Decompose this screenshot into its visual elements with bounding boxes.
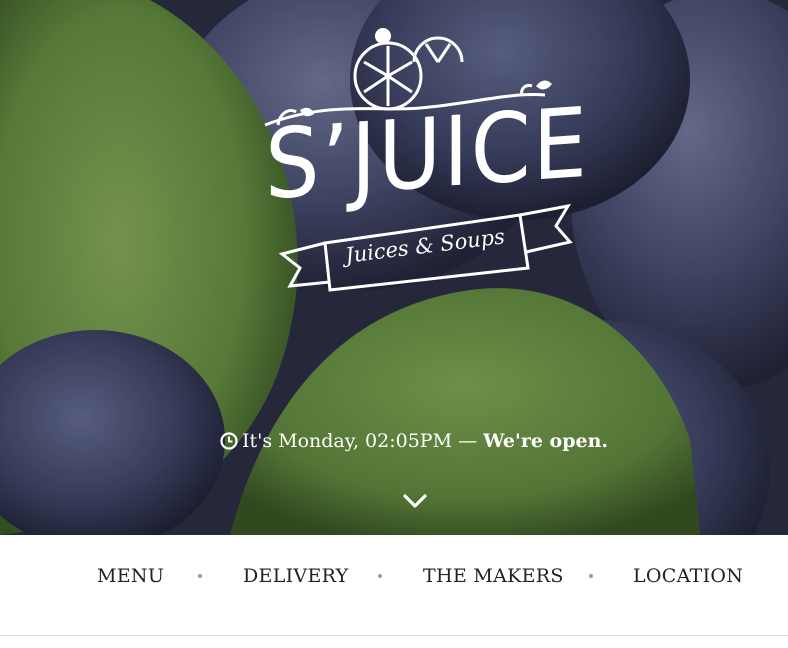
status-text: It's Monday, 02:05PM [241,430,453,452]
nav-separator-dot [198,574,202,578]
opening-status: It's Monday, 02:05PM — We're open. [0,428,788,454]
chevron-down-icon[interactable] [402,492,428,510]
nav-separator-dot [589,574,593,578]
nav-item-menu[interactable]: MENU [97,565,164,587]
hero-banner: S’JUICE Juices & Soups It's Monday, 02:0… [0,0,788,535]
brand-logo: S’JUICE Juices & Soups [0,0,788,535]
nav-item-delivery[interactable]: DELIVERY [243,565,348,587]
nav-item-location[interactable]: LOCATION [633,565,743,587]
logo-title: S’JUICE [265,87,589,222]
open-status: We're open. [483,430,609,452]
nav-item-the-makers[interactable]: THE MAKERS [423,565,564,587]
status-separator: — [458,430,478,452]
berry-icon [375,28,391,44]
nav-separator-dot [378,574,382,578]
clock-icon [220,432,238,450]
main-navigation: MENU DELIVERY THE MAKERS LOCATION [0,535,788,636]
logo-graphic [264,28,573,292]
